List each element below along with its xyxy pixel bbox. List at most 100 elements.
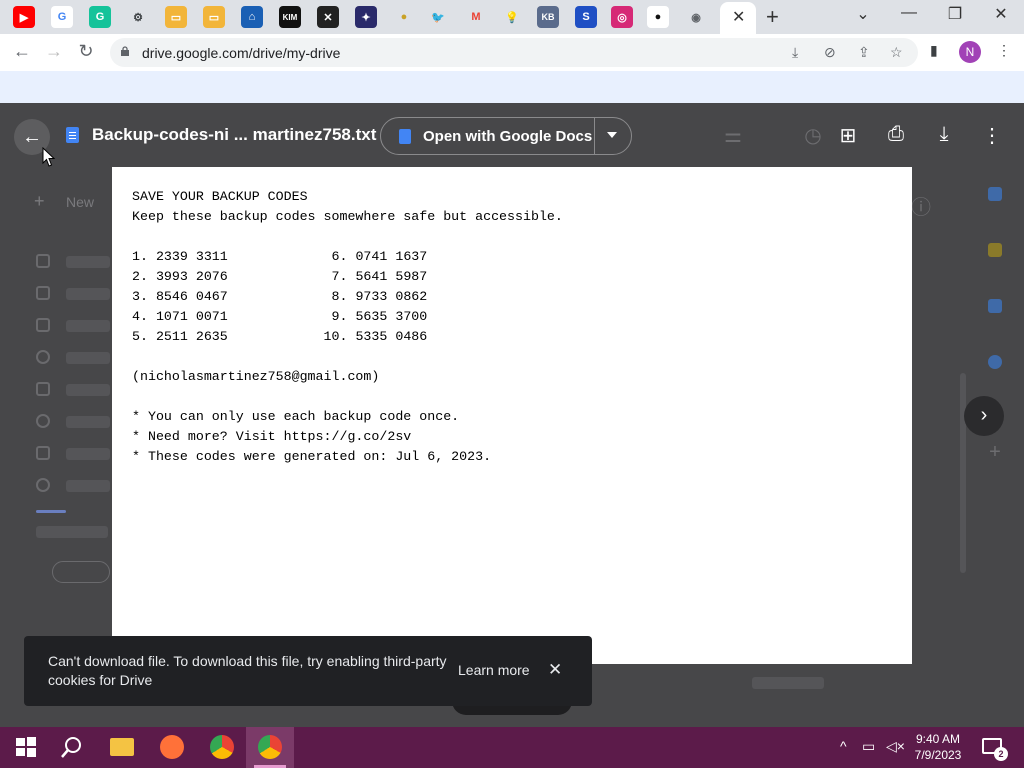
folder-icon[interactable]: ▭: [165, 6, 187, 28]
doc-heading: SAVE YOUR BACKUP CODES: [132, 189, 308, 204]
avatar[interactable]: N: [959, 41, 981, 63]
menu-icon[interactable]: ⋮: [997, 42, 1011, 59]
url-text[interactable]: drive.google.com/drive/my-drive: [142, 45, 340, 61]
game-icon[interactable]: ✦: [355, 6, 377, 28]
code-right: 10. 5335 0486: [323, 329, 428, 344]
open-with-button[interactable]: Open with Google Docs: [380, 117, 632, 155]
code-right: 8. 9733 0862: [323, 289, 428, 304]
windows-taskbar: ^ ▭ ◁× 9:40 AM 7/9/2023 2: [0, 727, 1024, 768]
doc-note: * Need more? Visit https://g.co/2sv: [132, 429, 412, 444]
doc-email: (nicholasmartinez758@gmail.com): [132, 369, 380, 384]
add-comment-icon[interactable]: ⊞: [835, 123, 861, 148]
file-viewer: New + + ⓘ ← Backup-codes-ni ... martinez…: [0, 103, 1024, 727]
app-icon[interactable]: ⌂: [241, 6, 263, 28]
youtube-icon[interactable]: ▶: [13, 6, 35, 28]
sliders-icon: ⚌: [724, 125, 742, 147]
minimize-button[interactable]: —: [894, 4, 924, 22]
google-docs-icon: [399, 129, 411, 144]
next-file-button[interactable]: ›: [964, 396, 1004, 436]
folder-icon[interactable]: ▭: [203, 6, 225, 28]
contacts-icon: [988, 355, 1002, 369]
close-icon[interactable]: ✕: [548, 660, 562, 680]
app-icon[interactable]: KB: [537, 6, 559, 28]
nav-item: [66, 416, 110, 428]
game-icon[interactable]: ✕: [317, 6, 339, 28]
sonic-icon[interactable]: S: [575, 6, 597, 28]
gmail-icon[interactable]: M: [465, 6, 487, 28]
code-right: 9. 5635 3700: [323, 309, 428, 324]
firefox-icon[interactable]: [160, 735, 184, 759]
address-bar-row: ← → ↻ drive.google.com/drive/my-drive ⤓ …: [0, 34, 1024, 71]
new-button: New: [66, 194, 95, 210]
chrome-icon[interactable]: ◉: [685, 6, 707, 28]
code-right: 6. 0741 1637: [323, 249, 428, 264]
nav-item: [66, 288, 110, 300]
clock-icon: ◷: [804, 125, 822, 147]
doc-subheading: Keep these backup codes somewhere safe b…: [132, 209, 563, 224]
learn-more-link[interactable]: Learn more: [458, 662, 530, 678]
code-right: 7. 5641 5987: [323, 269, 428, 284]
twitter-icon[interactable]: 🐦: [427, 6, 449, 28]
code-left: 3. 8546 0467: [132, 289, 228, 304]
side-panel-icon[interactable]: ▮: [930, 42, 938, 59]
share-icon[interactable]: ⇪: [858, 44, 870, 61]
nav-item: [66, 480, 110, 492]
storage-bar: [36, 510, 66, 513]
search-icon[interactable]: [60, 735, 84, 759]
document-page: SAVE YOUR BACKUP CODES Keep these backup…: [112, 167, 912, 664]
list-row: [752, 677, 824, 689]
mouse-cursor-icon: [42, 147, 56, 167]
new-tab-button[interactable]: +: [766, 4, 779, 30]
circle-icon[interactable]: ●: [393, 6, 415, 28]
nav-item: [66, 320, 110, 332]
file-title: Backup-codes-ni ... martinez758.txt: [92, 125, 377, 144]
close-window-button[interactable]: ✕: [986, 4, 1016, 24]
chevron-up-icon[interactable]: ^: [840, 738, 847, 754]
install-icon[interactable]: ⤓: [792, 44, 798, 61]
computer-icon: [36, 286, 50, 300]
file-explorer-icon[interactable]: [110, 738, 134, 756]
plus-icon: +: [34, 191, 45, 211]
nav-item: [66, 256, 110, 268]
document-text: SAVE YOUR BACKUP CODES Keep these backup…: [132, 187, 563, 467]
toast-message: Can't download file. To download this fi…: [48, 653, 447, 688]
system-clock[interactable]: 9:40 AM 7/9/2023: [906, 731, 970, 763]
network-icon[interactable]: ▭: [862, 738, 875, 755]
notification-badge: 2: [994, 747, 1008, 761]
tab-strip: ▶ G G ⚙ ▭ ▭ ⌂ KIM ✕ ✦ ● 🐦 M 💡 KB S ◎ ● ◉…: [0, 0, 1024, 34]
doc-note: * You can only use each backup code once…: [132, 409, 460, 424]
google-icon[interactable]: G: [51, 6, 73, 28]
bulb-icon[interactable]: 💡: [501, 6, 523, 28]
nav-item: [66, 448, 110, 460]
chrome-profile-icon[interactable]: [258, 735, 282, 759]
print-icon[interactable]: ⎙: [883, 123, 909, 146]
download-icon[interactable]: ⤓: [931, 123, 957, 146]
close-tab-icon[interactable]: ✕: [732, 7, 745, 27]
grammarly-icon[interactable]: G: [89, 6, 111, 28]
instagram-icon[interactable]: ◎: [611, 6, 633, 28]
recent-icon: [36, 350, 50, 364]
github-icon[interactable]: ●: [647, 6, 669, 28]
settings-icon[interactable]: ⚙: [127, 6, 149, 28]
star-icon[interactable]: ☆: [890, 44, 903, 61]
eye-slash-icon[interactable]: ⊘: [824, 44, 836, 61]
shared-icon: [36, 318, 50, 332]
forward-button[interactable]: →: [42, 41, 66, 62]
trash-icon: [36, 446, 50, 460]
restore-button[interactable]: ❐: [940, 4, 970, 24]
chrome-icon[interactable]: [210, 735, 234, 759]
more-options-icon[interactable]: ⋮: [979, 123, 1005, 148]
clock-time: 9:40 AM: [915, 732, 961, 746]
reload-button[interactable]: ↻: [74, 41, 98, 62]
volume-icon[interactable]: ◁×: [886, 738, 905, 755]
back-button[interactable]: ←: [10, 41, 34, 62]
nav-item: [66, 352, 110, 364]
kim-icon[interactable]: KIM: [279, 6, 301, 28]
dropdown-caret-icon[interactable]: [607, 132, 617, 138]
windows-start-icon[interactable]: [14, 735, 38, 759]
tasks-icon: [988, 299, 1002, 313]
code-left: 1. 2339 3311: [132, 249, 228, 264]
drive-icon: [36, 254, 50, 268]
omnibox[interactable]: drive.google.com/drive/my-drive ⤓ ⊘ ⇪ ☆: [110, 38, 918, 67]
tab-search-icon[interactable]: ⌄: [848, 4, 878, 24]
